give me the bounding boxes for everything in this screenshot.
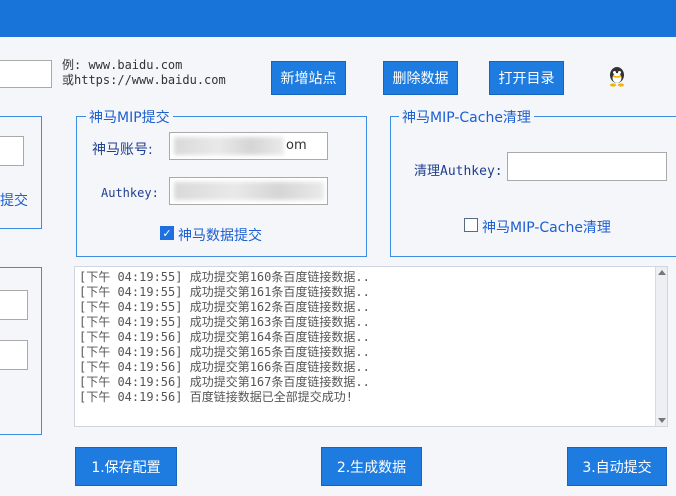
mip-account-value-suffix: om: [286, 138, 307, 153]
site-url-input[interactable]: [0, 60, 52, 88]
add-site-button[interactable]: 新增站点: [271, 61, 346, 95]
delete-data-button[interactable]: 删除数据: [383, 61, 458, 95]
url-example-line1: 例: www.baidu.com: [62, 58, 183, 72]
left-group-top: [0, 116, 42, 229]
log-output[interactable]: [下午 04:19:55] 成功提交第160条百度链接数据.. [下午 04:1…: [74, 266, 668, 427]
mip-account-redaction: [174, 137, 284, 155]
scroll-down-arrow-icon[interactable]: [658, 418, 666, 423]
log-line: [下午 04:19:55] 成功提交第160条百度链接数据..: [79, 270, 370, 284]
mip-cache-checkbox[interactable]: [464, 218, 478, 232]
cache-authkey-input[interactable]: [507, 152, 667, 181]
url-example-line2: 或https://www.baidu.com: [62, 73, 226, 87]
log-line: [下午 04:19:55] 成功提交第162条百度链接数据..: [79, 300, 370, 314]
mip-authkey-input[interactable]: [169, 177, 328, 205]
penguin-icon[interactable]: [607, 66, 627, 88]
mip-submit-legend: 神马MIP提交: [86, 107, 173, 127]
left-top-input[interactable]: [0, 136, 24, 166]
log-line: [下午 04:19:56] 成功提交第167条百度链接数据..: [79, 375, 370, 389]
log-line: [下午 04:19:55] 成功提交第161条百度链接数据..: [79, 285, 370, 299]
mip-cache-legend: 神马MIP-Cache清理: [399, 107, 534, 127]
log-scrollbar[interactable]: [655, 267, 667, 426]
mip-cache-checkbox-label[interactable]: 神马MIP-Cache清理: [482, 217, 611, 237]
window-titlebar: [0, 0, 676, 37]
log-line: [下午 04:19:56] 成功提交第166条百度链接数据..: [79, 360, 370, 374]
save-config-button[interactable]: 1.保存配置: [75, 447, 177, 486]
left-bottom-input-2[interactable]: [0, 340, 28, 370]
left-submit-fragment: 提交: [0, 193, 28, 209]
mip-account-label: 神马账号:: [92, 142, 153, 158]
left-bottom-input-1[interactable]: [0, 290, 28, 320]
scroll-up-arrow-icon[interactable]: [658, 270, 666, 275]
open-directory-button[interactable]: 打开目录: [489, 61, 564, 95]
mip-submit-checkbox-label[interactable]: 神马数据提交: [178, 225, 262, 245]
log-line: [下午 04:19:56] 百度链接数据已全部提交成功!: [79, 390, 353, 404]
cache-authkey-label: 清理Authkey:: [414, 164, 503, 179]
url-example-hint: 例: www.baidu.com 或https://www.baidu.com: [62, 58, 226, 88]
mip-account-input[interactable]: om: [169, 132, 328, 160]
mip-authkey-redaction: [174, 182, 324, 200]
log-line: [下午 04:19:56] 成功提交第165条百度链接数据..: [79, 345, 370, 359]
auto-submit-button[interactable]: 3.自动提交: [567, 447, 667, 486]
log-line: [下午 04:19:55] 成功提交第163条百度链接数据..: [79, 315, 370, 329]
log-line: [下午 04:19:56] 成功提交第164条百度链接数据..: [79, 330, 370, 344]
mip-submit-checkbox[interactable]: ✓: [160, 226, 174, 240]
mip-authkey-label: Authkey:: [101, 186, 159, 200]
generate-data-button[interactable]: 2.生成数据: [321, 447, 422, 486]
